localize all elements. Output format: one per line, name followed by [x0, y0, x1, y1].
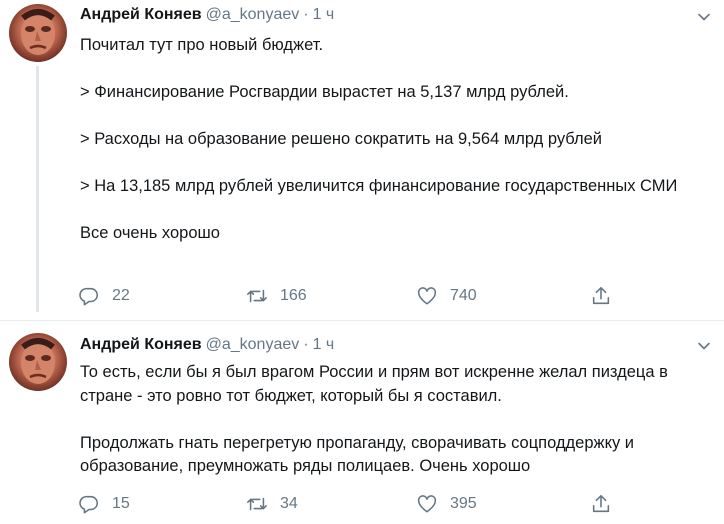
tweet-actions: 22 166 740 [0, 283, 724, 309]
tweet-paragraph [80, 152, 710, 176]
retweet-count: 34 [280, 495, 298, 512]
share-icon [592, 286, 610, 305]
tweet-time[interactable]: 1 ч [313, 6, 335, 23]
like-button[interactable]: 740 [416, 283, 477, 309]
tweet-paragraph [80, 199, 710, 223]
avatar[interactable] [9, 333, 67, 391]
avatar-face-image [21, 9, 55, 55]
reply-count: 15 [112, 495, 130, 512]
tweet-paragraph: > Расходы на образование решено сократит… [80, 130, 602, 148]
avatar-face-image [21, 338, 55, 384]
author-name[interactable]: Андрей Коняев [80, 336, 202, 353]
tweet-paragraph: Все очень хорошо [80, 224, 220, 242]
separator-dot: · [303, 336, 309, 353]
heart-icon [417, 495, 437, 513]
reply-button[interactable]: 15 [78, 491, 130, 517]
retweet-button[interactable]: 34 [246, 491, 298, 517]
like-count: 395 [450, 495, 477, 512]
reply-count: 22 [112, 287, 130, 304]
avatar[interactable] [9, 4, 67, 62]
tweet-paragraph: > Финансирование Росгвардии вырастет на … [80, 83, 569, 101]
tweet-time[interactable]: 1 ч [313, 336, 335, 353]
retweet-button[interactable]: 166 [246, 283, 307, 309]
tweet-paragraph: Почитал тут про новый бюджет. [80, 36, 324, 54]
tweet-header: Андрей Коняев @a_konyaev · 1 ч [80, 334, 334, 356]
tweet-paragraph: > На 13,185 млрд рублей увеличится финан… [80, 177, 678, 195]
share-button[interactable] [590, 491, 624, 517]
like-button[interactable]: 395 [416, 491, 477, 517]
tweet-paragraph [80, 58, 710, 82]
tweet-actions: 15 34 395 [0, 491, 724, 517]
tweet-paragraph [80, 408, 710, 432]
tweet-paragraph: Продолжать гнать перегретую пропаганду, … [80, 433, 635, 476]
chevron-down-icon[interactable] [697, 339, 711, 353]
retweet-icon [247, 289, 267, 303]
author-handle[interactable]: @a_konyaev [206, 6, 300, 23]
thread-line [36, 66, 39, 312]
retweet-count: 166 [280, 287, 307, 304]
tweet[interactable]: Андрей Коняев @a_konyaev · 1 ч То есть, есл… [0, 320, 724, 524]
share-icon [592, 494, 610, 513]
reply-button[interactable]: 22 [78, 283, 130, 309]
tweet-paragraph [80, 105, 710, 129]
tweet-text: То есть, если бы я был врагом России и п… [80, 361, 710, 479]
author-name[interactable]: Андрей Коняев [80, 6, 202, 23]
retweet-icon [247, 497, 267, 511]
tweet-text: Почитал тут про новый бюджет. > Финансир… [80, 34, 710, 246]
heart-icon [417, 287, 437, 305]
separator-dot: · [303, 6, 309, 23]
tweet-header: Андрей Коняев @a_konyaev · 1 ч [80, 4, 334, 26]
reply-icon [79, 287, 99, 306]
chevron-down-icon[interactable] [697, 10, 711, 24]
share-button[interactable] [590, 283, 624, 309]
like-count: 740 [450, 287, 477, 304]
tweet-paragraph: То есть, если бы я был врагом России и п… [80, 363, 668, 405]
author-handle[interactable]: @a_konyaev [206, 336, 300, 353]
reply-icon [79, 495, 99, 514]
tweet[interactable]: Андрей Коняев @a_konyaev · 1 ч Почитал тут … [0, 0, 724, 320]
